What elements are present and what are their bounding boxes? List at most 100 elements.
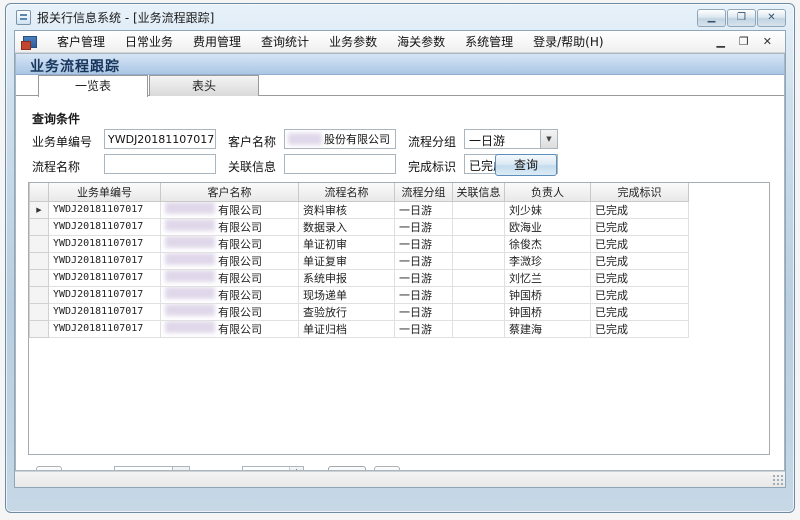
menu-customer-mgmt[interactable]: 客户管理 xyxy=(47,30,115,53)
cell: 刘忆兰 xyxy=(505,269,591,286)
cell: 钟国桥 xyxy=(505,303,591,320)
cell: 一日游 xyxy=(395,201,453,218)
table-row[interactable]: YWDJ20181107017有限公司数据录入一日游欧海业已完成 xyxy=(30,218,689,235)
order-no-label: 业务单编号 xyxy=(32,133,92,150)
row-selector[interactable] xyxy=(30,218,49,235)
customer-input[interactable]: 股份有限公司 xyxy=(284,129,396,149)
cell: 数据录入 xyxy=(299,218,395,235)
menu-login-help[interactable]: 登录/帮助(H) xyxy=(523,30,613,53)
column-header[interactable]: 业务单编号 xyxy=(49,183,161,201)
flow-name-label: 流程名称 xyxy=(32,158,80,175)
maximize-button[interactable]: ❐ xyxy=(727,9,756,27)
row-selector[interactable] xyxy=(30,303,49,320)
cell: 刘少妹 xyxy=(505,201,591,218)
related-info-label: 关联信息 xyxy=(228,158,276,175)
cell: 现场递单 xyxy=(299,286,395,303)
cell: 一日游 xyxy=(395,286,453,303)
row-selector[interactable] xyxy=(30,235,49,252)
cell: 有限公司 xyxy=(161,201,299,218)
cell: 有限公司 xyxy=(161,235,299,252)
table-row[interactable]: YWDJ20181107017有限公司查验放行一日游钟国桥已完成 xyxy=(30,303,689,320)
cell: 蔡建海 xyxy=(505,320,591,337)
row-selector-header xyxy=(30,183,49,201)
cell: 钟国桥 xyxy=(505,286,591,303)
redacted-text xyxy=(165,236,215,248)
menu-customs-params[interactable]: 海关参数 xyxy=(387,30,455,53)
cell: 有限公司 xyxy=(161,218,299,235)
menu-daily-business[interactable]: 日常业务 xyxy=(115,30,183,53)
cell: 一日游 xyxy=(395,252,453,269)
search-button[interactable]: 查询 xyxy=(495,154,557,176)
client-area: 客户管理 日常业务 费用管理 查询统计 业务参数 海关参数 系统管理 登录/帮助… xyxy=(14,30,786,488)
mdi-close-button[interactable]: ✕ xyxy=(756,34,779,49)
cell: 查验放行 xyxy=(299,303,395,320)
cell: 单证归档 xyxy=(299,320,395,337)
mdi-restore-button[interactable]: ❐ xyxy=(732,34,756,49)
minimize-button[interactable]: ▁ xyxy=(697,9,726,27)
cell: 有限公司 xyxy=(161,303,299,320)
cell xyxy=(453,252,505,269)
tab-header[interactable]: 表头 xyxy=(149,75,259,96)
mdi-minimize-button[interactable]: ▁ xyxy=(709,34,731,49)
row-selector[interactable] xyxy=(30,252,49,269)
menu-fee-mgmt[interactable]: 费用管理 xyxy=(183,30,251,53)
table-row[interactable]: YWDJ20181107017有限公司现场递单一日游钟国桥已完成 xyxy=(30,286,689,303)
row-selector[interactable] xyxy=(30,320,49,337)
column-header[interactable]: 流程分组 xyxy=(395,183,453,201)
column-header[interactable]: 流程名称 xyxy=(299,183,395,201)
tab-overview[interactable]: 一览表 xyxy=(38,75,148,97)
cell xyxy=(453,235,505,252)
cell: YWDJ20181107017 xyxy=(49,320,161,337)
cell: 已完成 xyxy=(591,218,689,235)
redacted-text xyxy=(165,287,215,299)
cell: 有限公司 xyxy=(161,252,299,269)
resize-grip-icon[interactable] xyxy=(772,474,783,485)
column-header[interactable]: 完成标识 xyxy=(591,183,689,201)
cell: 一日游 xyxy=(395,303,453,320)
app-icon xyxy=(16,10,31,25)
flow-group-label: 流程分组 xyxy=(408,133,456,150)
row-selector[interactable]: ▶ xyxy=(30,201,49,218)
menu-business-params[interactable]: 业务参数 xyxy=(319,30,387,53)
table-row[interactable]: ▶YWDJ20181107017有限公司资料审核一日游刘少妹已完成 xyxy=(30,201,689,218)
cell: 李溦珍 xyxy=(505,252,591,269)
query-section-title: 查询条件 xyxy=(32,110,80,127)
complete-flag-label: 完成标识 xyxy=(408,158,456,175)
cell: 已完成 xyxy=(591,252,689,269)
row-selector[interactable] xyxy=(30,269,49,286)
redacted-text xyxy=(165,321,215,333)
row-selector[interactable] xyxy=(30,286,49,303)
cell: 系统申报 xyxy=(299,269,395,286)
process-table: 业务单编号客户名称流程名称流程分组关联信息负责人完成标识 ▶YWDJ201811… xyxy=(29,183,689,338)
cell: 资料审核 xyxy=(299,201,395,218)
cell: 有限公司 xyxy=(161,269,299,286)
title-bar[interactable]: 报关行信息系统 - [业务流程跟踪] ▁ ❐ ✕ xyxy=(6,4,794,30)
cell: YWDJ20181107017 xyxy=(49,201,161,218)
column-header[interactable]: 客户名称 xyxy=(161,183,299,201)
flow-name-input[interactable] xyxy=(104,154,216,174)
cell: 已完成 xyxy=(591,320,689,337)
table-row[interactable]: YWDJ20181107017有限公司单证归档一日游蔡建海已完成 xyxy=(30,320,689,337)
related-info-input[interactable] xyxy=(284,154,396,174)
cell: 已完成 xyxy=(591,303,689,320)
column-header[interactable]: 负责人 xyxy=(505,183,591,201)
order-no-input[interactable]: YWDJ20181107017 xyxy=(104,129,216,149)
column-header[interactable]: 关联信息 xyxy=(453,183,505,201)
flow-group-select[interactable]: 一日游 ▼ xyxy=(464,129,558,149)
screen: 报关行信息系统 - [业务流程跟踪] ▁ ❐ ✕ 客户管理 日常业务 费用管理 … xyxy=(0,0,800,520)
menu-query-stats[interactable]: 查询统计 xyxy=(251,30,319,53)
cell: 已完成 xyxy=(591,269,689,286)
window-title: 报关行信息系统 - [业务流程跟踪] xyxy=(37,9,214,26)
close-button[interactable]: ✕ xyxy=(757,9,786,27)
menu-bar: 客户管理 日常业务 费用管理 查询统计 业务参数 海关参数 系统管理 登录/帮助… xyxy=(15,31,785,53)
chevron-down-icon[interactable]: ▼ xyxy=(540,130,557,148)
table-row[interactable]: YWDJ20181107017有限公司系统申报一日游刘忆兰已完成 xyxy=(30,269,689,286)
data-grid: 业务单编号客户名称流程名称流程分组关联信息负责人完成标识 ▶YWDJ201811… xyxy=(28,182,770,455)
mdi-window-controls: ▁ ❐ ✕ xyxy=(709,34,779,49)
cell: YWDJ20181107017 xyxy=(49,235,161,252)
cell xyxy=(453,201,505,218)
cell xyxy=(453,303,505,320)
table-row[interactable]: YWDJ20181107017有限公司单证初审一日游徐俊杰已完成 xyxy=(30,235,689,252)
menu-system-mgmt[interactable]: 系统管理 xyxy=(455,30,523,53)
table-row[interactable]: YWDJ20181107017有限公司单证复审一日游李溦珍已完成 xyxy=(30,252,689,269)
